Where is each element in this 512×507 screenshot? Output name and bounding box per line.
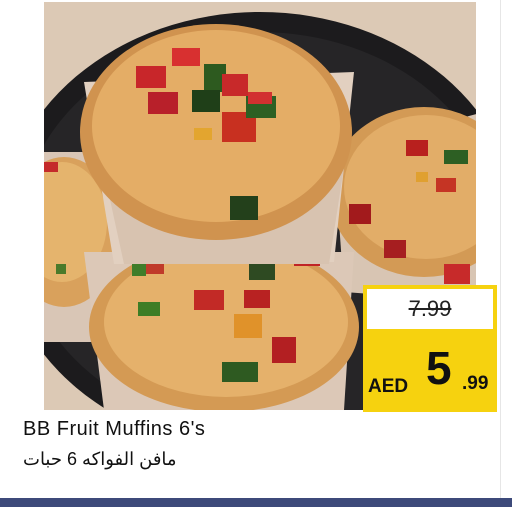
muffin-center xyxy=(80,24,354,264)
price-decimals: .99 xyxy=(462,373,489,394)
product-card[interactable]: 7.99 AED 5 .99 BB Fruit Muffins 6's مافن… xyxy=(0,0,512,507)
card-divider xyxy=(500,0,501,498)
old-price: 7.99 xyxy=(408,296,452,321)
old-price-box: 7.99 xyxy=(367,289,493,329)
muffin-bottom xyxy=(84,242,359,410)
price-tag: 7.99 AED 5 .99 xyxy=(363,285,497,412)
product-title-ar: مافن الفواكه 6 حبات xyxy=(23,449,177,469)
price-integer: 5 xyxy=(426,342,452,394)
bottom-bar xyxy=(0,498,512,507)
product-title-en: BB Fruit Muffins 6's xyxy=(23,418,206,440)
currency-label: AED xyxy=(368,376,409,397)
